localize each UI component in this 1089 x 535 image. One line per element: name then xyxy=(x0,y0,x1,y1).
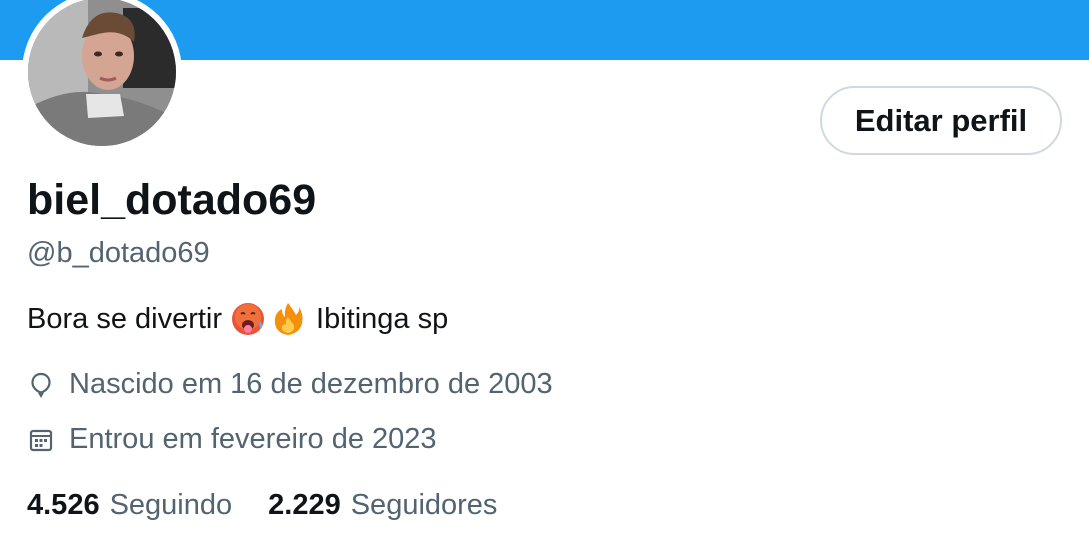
followers-label: Seguidores xyxy=(350,489,498,521)
follow-stats: 4.526 Seguindo 2.229 Seguidores xyxy=(27,489,497,522)
profile-page: Editar perfil biel_dotado69 @b_dotado69 … xyxy=(0,0,1089,535)
display-name: biel_dotado69 xyxy=(27,176,317,224)
bio-text: Bora se divertir xyxy=(27,302,223,335)
birth-date-text: Nascido em 16 de dezembro de 2003 xyxy=(69,368,553,400)
balloon-icon xyxy=(27,371,55,399)
user-handle: @b_dotado69 xyxy=(27,237,210,269)
followers-count: 2.229 xyxy=(268,489,341,521)
bio: Bora se divertir Ibitinga sp xyxy=(27,301,448,337)
hot-face-emoji xyxy=(230,301,266,337)
avatar-frame xyxy=(22,0,182,152)
edit-profile-button[interactable]: Editar perfil xyxy=(820,86,1062,155)
calendar-icon xyxy=(27,426,55,454)
avatar[interactable] xyxy=(28,0,176,146)
followers-link[interactable]: 2.229 Seguidores xyxy=(268,489,497,522)
bio-location-text: Ibitinga sp xyxy=(316,302,449,335)
joined-date-row: Entrou em fevereiro de 2023 xyxy=(27,423,437,456)
fire-emoji xyxy=(270,301,306,337)
joined-date-text: Entrou em fevereiro de 2023 xyxy=(69,423,437,455)
following-label: Seguindo xyxy=(109,489,233,521)
birth-date-row: Nascido em 16 de dezembro de 2003 xyxy=(27,368,553,401)
avatar-photo xyxy=(28,0,176,146)
following-count: 4.526 xyxy=(27,489,100,521)
following-link[interactable]: 4.526 Seguindo xyxy=(27,489,232,522)
